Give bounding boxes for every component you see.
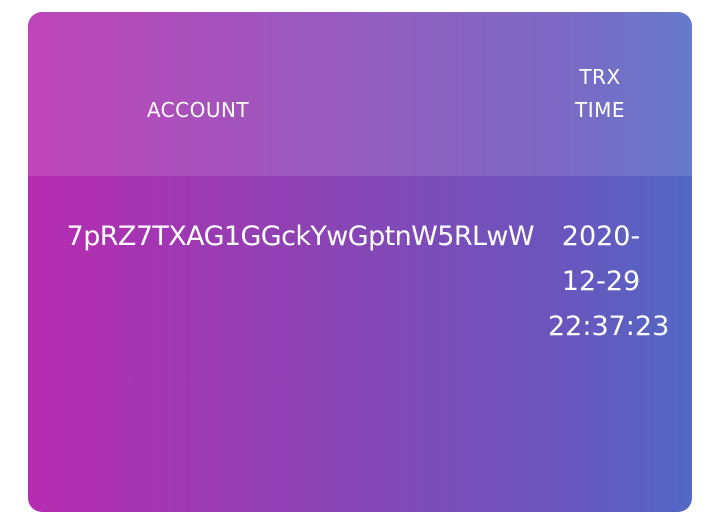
- table-row[interactable]: 7pRZ7TXAG1GGckYwGptnW5RLwW 2020- 12-29 2…: [28, 176, 692, 512]
- transactions-table: ACCOUNT TRX TIME 7pRZ7TXAG1GGckYwGptnW5R…: [28, 12, 692, 512]
- column-header-trx-time[interactable]: TRX TIME: [550, 61, 650, 127]
- column-header-account[interactable]: ACCOUNT: [98, 94, 298, 127]
- table-header: ACCOUNT TRX TIME: [28, 12, 692, 176]
- account-cell: 7pRZ7TXAG1GGckYwGptnW5RLwW: [66, 221, 534, 252]
- trx-time-cell: 2020- 12-29 22:37:23: [548, 221, 670, 342]
